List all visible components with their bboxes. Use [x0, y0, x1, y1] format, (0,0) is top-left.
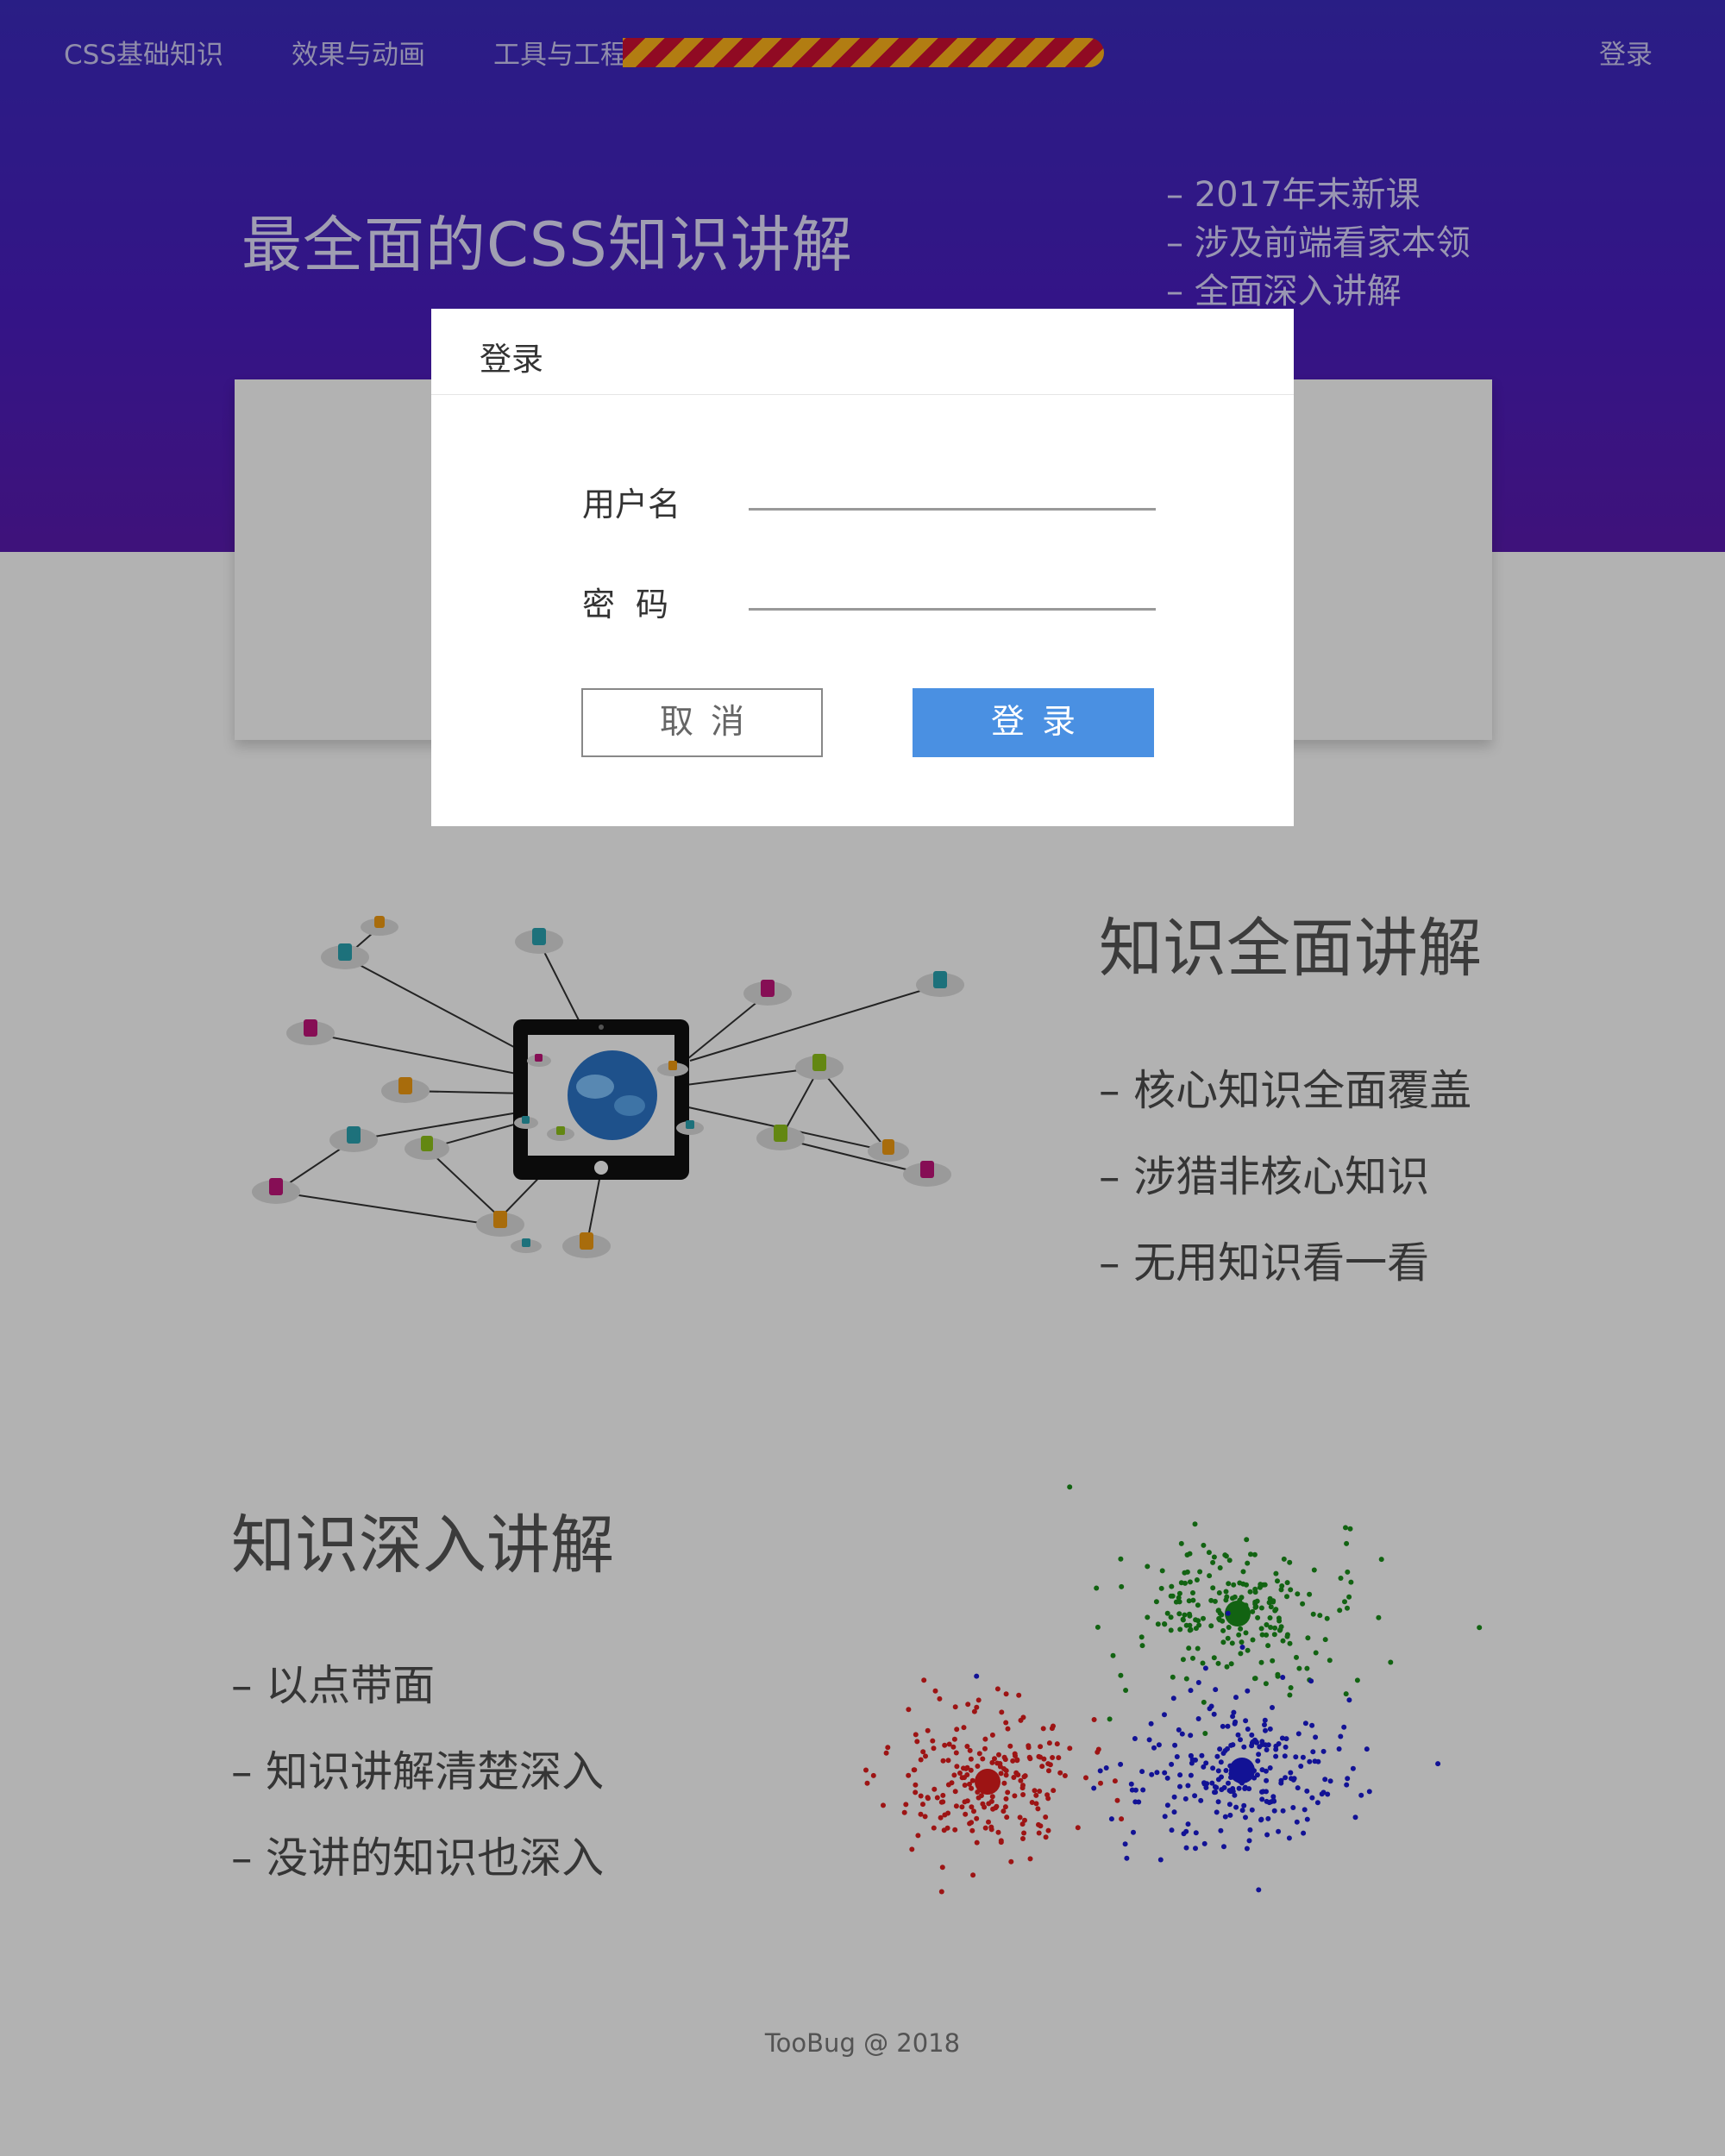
page-root: CSS基础知识 效果与动画 工具与工程 登录 最全面的CSS知识讲解 – 201… — [0, 0, 1725, 2156]
password-input[interactable] — [749, 561, 1156, 611]
password-label: 密码 — [582, 586, 690, 624]
cancel-button[interactable]: 取消 — [581, 688, 823, 757]
login-dialog: 登录 用户名 密码 取消 登录 — [431, 309, 1294, 826]
login-button[interactable]: 登录 — [913, 688, 1154, 757]
login-dialog-title: 登录 — [480, 341, 543, 378]
username-label: 用户名 — [582, 486, 681, 523]
username-input[interactable] — [749, 461, 1156, 511]
login-dialog-header: 登录 — [431, 309, 1294, 395]
